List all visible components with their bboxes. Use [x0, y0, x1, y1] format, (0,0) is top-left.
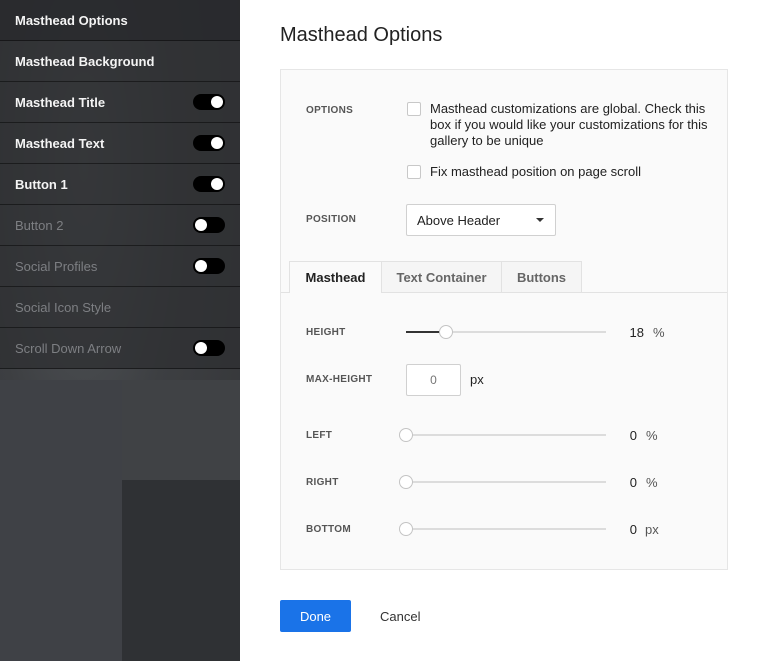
sidebar-item-label: Scroll Down Arrow [15, 340, 122, 356]
max-height-label: MAX-HEIGHT [306, 374, 373, 385]
global-customization-text: Masthead customizations are global. Chec… [430, 101, 708, 148]
fix-position-checkbox[interactable] [407, 165, 421, 179]
tab-buttons[interactable]: Buttons [501, 261, 582, 292]
tab-bar: Masthead Text Container Buttons [281, 261, 727, 293]
options-label: OPTIONS [306, 105, 354, 116]
sidebar-item-label: Button 1 [15, 176, 68, 192]
background-image-tile [0, 380, 122, 661]
sidebar-item-masthead-background[interactable]: Masthead Background [0, 41, 240, 82]
bottom-label: BOTTOM [306, 524, 351, 535]
max-height-input[interactable] [406, 364, 461, 396]
left-label: LEFT [306, 430, 333, 441]
bottom-value: 0 [629, 522, 637, 537]
sidebar-item-label: Masthead Text [15, 135, 105, 151]
left-unit: % [646, 428, 658, 443]
sidebar-item-label: Social Profiles [15, 258, 98, 274]
bottom-slider-thumb[interactable] [399, 522, 413, 536]
sidebar-item-button-1[interactable]: Button 1 [0, 164, 240, 205]
left-value: 0 [629, 428, 637, 443]
masthead-text-toggle[interactable] [193, 135, 225, 151]
sidebar-item-masthead-title[interactable]: Masthead Title [0, 82, 240, 123]
sidebar-item-label: Masthead Title [15, 94, 106, 110]
right-slider[interactable] [399, 475, 606, 489]
social-profiles-toggle[interactable] [193, 258, 225, 274]
cancel-button[interactable]: Cancel [380, 600, 420, 632]
fix-position-text: Fix masthead position on page scroll [430, 164, 642, 179]
sidebar-item-label: Masthead Background [15, 53, 155, 69]
sidebar-item-masthead-text[interactable]: Masthead Text [0, 123, 240, 164]
chevron-down-icon [536, 218, 544, 222]
right-label: RIGHT [306, 477, 339, 488]
global-customization-checkbox[interactable] [407, 102, 421, 116]
scroll-down-arrow-toggle[interactable] [193, 340, 225, 356]
sidebar-item-masthead-options[interactable]: Masthead Options [0, 0, 240, 41]
background-image-tile [122, 480, 240, 661]
height-value: 18 [629, 325, 644, 340]
bottom-slider[interactable] [399, 522, 606, 536]
sidebar-item-scroll-down-arrow[interactable]: Scroll Down Arrow [0, 328, 240, 369]
left-slider-thumb[interactable] [399, 428, 413, 442]
sidebar-menu: Masthead Options Masthead Background Mas… [0, 0, 240, 369]
sidebar-item-button-2[interactable]: Button 2 [0, 205, 240, 246]
settings-panel: OPTIONS Masthead customizations are glob… [280, 69, 728, 570]
height-unit: % [653, 325, 665, 340]
background-image-tile [122, 380, 240, 480]
right-unit: % [646, 475, 658, 490]
height-label: HEIGHT [306, 327, 346, 338]
page-title: Masthead Options [280, 24, 443, 46]
max-height-unit: px [470, 372, 484, 387]
position-select-value: Above Header [417, 213, 501, 228]
position-select[interactable]: Above Header [406, 204, 556, 236]
position-label: POSITION [306, 214, 357, 225]
tab-masthead[interactable]: Masthead [289, 261, 382, 293]
right-value: 0 [629, 475, 637, 490]
bottom-unit: px [645, 522, 659, 537]
sidebar-item-label: Social Icon Style [15, 299, 112, 315]
tab-text-container[interactable]: Text Container [381, 261, 502, 292]
right-slider-thumb[interactable] [399, 475, 413, 489]
height-slider-thumb[interactable] [439, 325, 453, 339]
height-slider[interactable] [406, 325, 606, 339]
left-slider[interactable] [399, 428, 606, 442]
masthead-title-toggle[interactable] [193, 94, 225, 110]
sidebar: Masthead Options Masthead Background Mas… [0, 0, 240, 661]
sidebar-item-social-profiles[interactable]: Social Profiles [0, 246, 240, 287]
button-1-toggle[interactable] [193, 176, 225, 192]
button-2-toggle[interactable] [193, 217, 225, 233]
sidebar-item-label: Button 2 [15, 217, 64, 233]
sidebar-item-social-icon-style[interactable]: Social Icon Style [0, 287, 240, 328]
sidebar-item-label: Masthead Options [15, 12, 128, 28]
main-panel: Masthead Options OPTIONS Masthead custom… [240, 0, 770, 661]
done-button[interactable]: Done [280, 600, 351, 632]
